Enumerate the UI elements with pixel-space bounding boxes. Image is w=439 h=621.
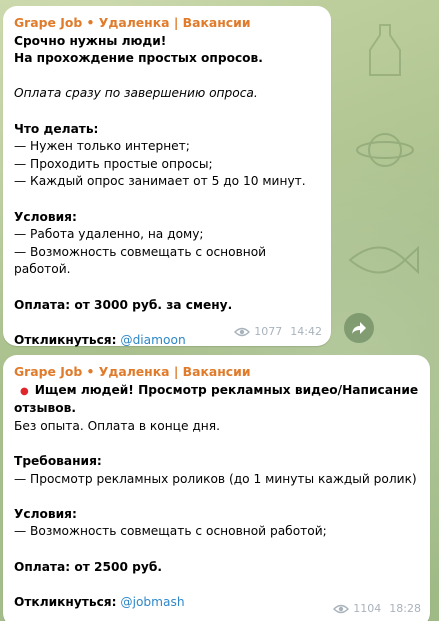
list-item: — Каждый опрос занимает от 5 до 10 минут… bbox=[14, 174, 306, 189]
list-item: — Возможность совмещать с основной работ… bbox=[14, 524, 327, 539]
list-item: — Работа удаленно, на дому; bbox=[14, 227, 204, 242]
channel-name[interactable]: Grape Job • Удаленка | Вакансии bbox=[14, 363, 420, 381]
fish-doodle-icon bbox=[348, 245, 419, 275]
list-item: — Возможность совмещать с основной работ… bbox=[14, 244, 267, 277]
section-title: Требования: bbox=[14, 453, 102, 468]
section-title: Условия: bbox=[14, 506, 77, 521]
list-item: — Проходить простые опросы; bbox=[14, 156, 213, 171]
list-item: — Нужен только интернет; bbox=[14, 139, 190, 154]
message-meta: 1104 18:28 bbox=[333, 600, 421, 618]
planet-doodle-icon bbox=[356, 133, 414, 167]
message-time: 18:28 bbox=[389, 602, 421, 616]
eye-icon bbox=[333, 605, 350, 614]
view-count: 1077 bbox=[254, 325, 283, 339]
section-title: Что делать: bbox=[14, 121, 99, 136]
share-button[interactable] bbox=[344, 313, 374, 343]
section-title: Условия: bbox=[14, 209, 77, 224]
post-title-line: отзывов. bbox=[14, 401, 76, 416]
message-time: 14:42 bbox=[290, 325, 322, 339]
message-bubble[interactable]: Grape Job • Удаленка | Вакансии ● Ищем лю… bbox=[3, 355, 430, 621]
message-bubble[interactable]: Grape Job • Удаленка | Вакансии Срочно н… bbox=[3, 6, 331, 347]
channel-name[interactable]: Grape Job • Удаленка | Вакансии bbox=[14, 14, 321, 32]
list-item: — Просмотр рекламных роликов (до 1 минут… bbox=[14, 471, 417, 486]
respond-label: Откликнуться: bbox=[14, 594, 117, 609]
post-title-line: На прохождение простых опросов. bbox=[14, 51, 263, 66]
post-plain-line: Без опыта. Оплата в конце дня. bbox=[14, 418, 220, 433]
post-italic-line: Оплата сразу по завершению опроса. bbox=[14, 86, 258, 101]
pay-line: Оплата: от 2500 руб. bbox=[14, 559, 162, 574]
post-title-line: ● Ищем людей! Просмотр рекламных видео/На… bbox=[20, 382, 419, 397]
share-arrow-icon bbox=[352, 322, 366, 334]
post-title-line: Срочно нужны люди! bbox=[14, 33, 167, 48]
respond-label: Откликнуться: bbox=[14, 332, 117, 347]
bottle-doodle-icon bbox=[369, 24, 401, 76]
view-count: 1104 bbox=[353, 602, 382, 616]
pay-line: Оплата: от 3000 руб. за смену. bbox=[14, 297, 233, 312]
red-circle-icon: ● bbox=[20, 385, 29, 397]
respond-link[interactable]: @jobmash bbox=[120, 595, 184, 609]
respond-link[interactable]: @diamoon bbox=[120, 333, 185, 347]
message-meta: 1077 14:42 bbox=[234, 323, 322, 341]
eye-icon bbox=[234, 328, 251, 337]
